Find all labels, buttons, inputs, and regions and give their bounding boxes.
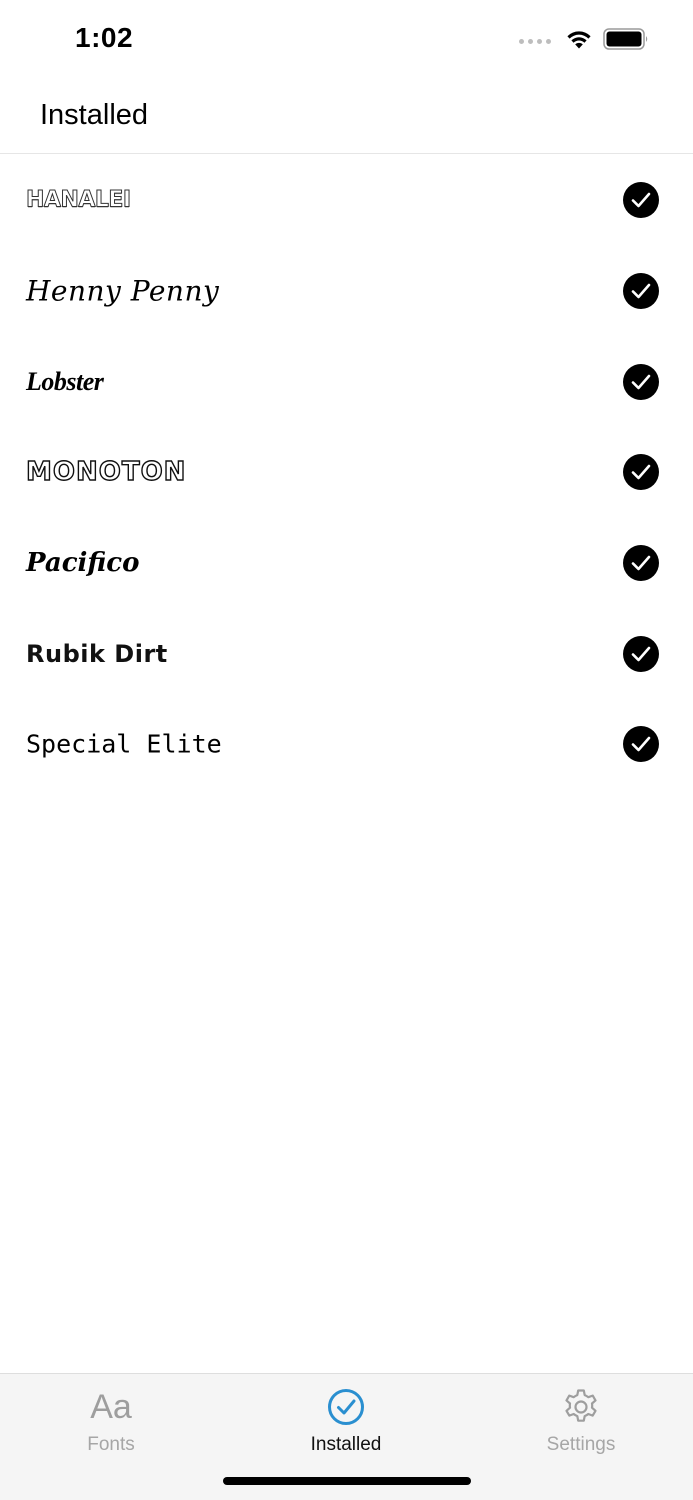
font-name: Special Elite <box>26 729 222 759</box>
wifi-icon <box>565 28 593 55</box>
font-row-rubik-dirt[interactable]: Rubik Dirt <box>0 608 693 699</box>
font-row-special-elite[interactable]: Special Elite <box>0 699 693 790</box>
font-name: Rubik Dirt <box>26 639 168 668</box>
tab-label: Installed <box>310 1434 382 1455</box>
font-row-henny-penny[interactable]: Henny Penny <box>0 246 693 337</box>
font-row-lobster[interactable]: Lobster <box>0 337 693 428</box>
font-name: Lobster <box>26 366 104 396</box>
tab-settings[interactable]: Settings <box>501 1386 661 1456</box>
font-name: HANALEI <box>26 187 132 213</box>
font-name: MONOTON <box>25 457 187 488</box>
checkmark-circle-icon[interactable] <box>623 273 659 310</box>
checkmark-circle-icon[interactable] <box>623 635 659 672</box>
font-row-monoton[interactable]: MONOTON <box>0 427 693 518</box>
status-icons <box>519 28 649 55</box>
gear-icon <box>561 1386 601 1428</box>
status-bar: 1:02 <box>0 0 693 80</box>
tab-label: Fonts <box>87 1434 135 1455</box>
text-aa-icon: Aa <box>90 1387 132 1426</box>
font-row-pacifico[interactable]: Pacifico <box>0 518 693 609</box>
status-time: 1:02 <box>75 22 134 53</box>
home-indicator <box>223 1477 471 1485</box>
checkmark-circle-icon <box>326 1386 366 1428</box>
tab-installed[interactable]: Installed <box>266 1386 426 1456</box>
checkmark-circle-icon[interactable] <box>623 182 659 218</box>
checkmark-circle-icon[interactable] <box>623 454 659 491</box>
tab-label: Settings <box>546 1434 616 1455</box>
screen: 1:02 Installed HANALEI Henny Penny Lobst… <box>0 0 693 1500</box>
cellular-signal-icon <box>519 39 551 44</box>
installed-font-list: HANALEI Henny Penny Lobster MONOTON Paci… <box>0 154 693 790</box>
font-name: Pacifico <box>26 548 140 579</box>
page-title: Installed <box>40 99 149 131</box>
font-row-hanalei[interactable]: HANALEI <box>0 154 693 246</box>
checkmark-circle-icon[interactable] <box>623 545 659 582</box>
battery-icon <box>603 28 649 55</box>
font-name: Henny Penny <box>26 274 220 308</box>
checkmark-circle-icon[interactable] <box>623 726 659 763</box>
tab-fonts[interactable]: Aa Fonts <box>31 1386 191 1456</box>
checkmark-circle-icon[interactable] <box>623 363 659 400</box>
navigation-header: Installed <box>0 80 693 154</box>
